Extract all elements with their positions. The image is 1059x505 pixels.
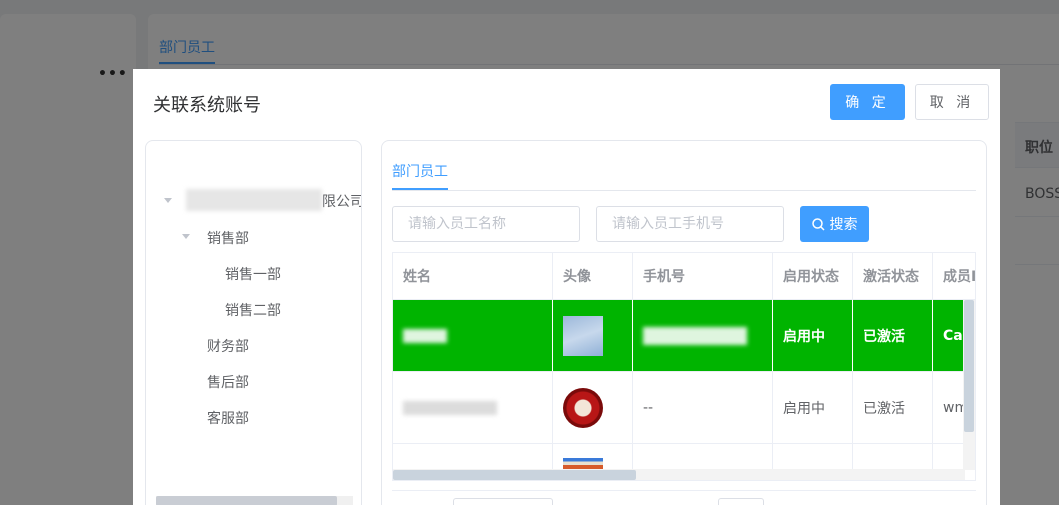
link-account-dialog: 关联系统账号 确 定 取 消 限公司 销售部 销售一部 销售二部 财务部 售后部… xyxy=(133,69,1000,505)
cell-avatar xyxy=(553,372,633,443)
tree-node-finance[interactable]: 财务部 xyxy=(207,336,249,356)
table-row[interactable]: -- 启用中 已激活 wm xyxy=(393,372,975,444)
cancel-button[interactable]: 取 消 xyxy=(915,84,989,120)
staff-table: 姓名 头像 手机号 启用状态 激活状态 成员I 启用中 已激活 Cac -- 启… xyxy=(392,252,976,481)
table-vertical-scrollbar[interactable] xyxy=(964,300,974,432)
cell-phone: -- xyxy=(633,372,773,443)
caret-down-icon[interactable] xyxy=(164,198,172,203)
tab-dept-staff[interactable]: 部门员工 xyxy=(392,161,448,181)
search-button[interactable]: 搜索 xyxy=(800,206,869,242)
avatar xyxy=(563,387,603,428)
caret-down-icon[interactable] xyxy=(182,234,190,239)
header-member-id: 成员I xyxy=(933,253,975,299)
staff-panel: 部门员工 请输入员工名称 请输入员工手机号 搜索 姓名 头像 手机号 启用状态 … xyxy=(381,140,987,505)
confirm-button[interactable]: 确 定 xyxy=(830,84,905,120)
tree-node-company[interactable]: 限公司 xyxy=(322,191,361,211)
dialog-title: 关联系统账号 xyxy=(153,95,261,116)
staff-phone-input[interactable]: 请输入员工手机号 xyxy=(596,206,784,242)
name-blurred xyxy=(403,400,497,415)
staff-name-input[interactable]: 请输入员工名称 xyxy=(392,206,580,242)
cell-enable-status: 启用中 xyxy=(773,372,853,443)
cell-active-status: 已激活 xyxy=(853,372,933,443)
header-active-status: 激活状态 xyxy=(853,253,933,299)
phone-blurred xyxy=(643,326,747,345)
tree-node-after-sales[interactable]: 售后部 xyxy=(207,372,249,392)
cell-name xyxy=(393,300,553,371)
cell-active-status: 已激活 xyxy=(853,300,933,371)
cell-avatar xyxy=(553,300,633,371)
tree-node-customer-service[interactable]: 客服部 xyxy=(207,408,249,428)
department-tree: 限公司 销售部 销售一部 销售二部 财务部 售后部 客服部 xyxy=(145,140,362,505)
page-size-select[interactable] xyxy=(453,498,553,505)
header-name: 姓名 xyxy=(393,253,553,299)
table-horizontal-scrollbar[interactable] xyxy=(393,470,636,480)
header-avatar: 头像 xyxy=(553,253,633,299)
table-row[interactable]: 启用中 已激活 Cac xyxy=(393,300,975,372)
search-label: 搜索 xyxy=(829,217,858,233)
cell-phone xyxy=(633,300,773,371)
tree-node-sales-1[interactable]: 销售一部 xyxy=(225,264,281,284)
cell-name xyxy=(393,372,553,443)
search-icon xyxy=(811,217,825,231)
tree-node-sales-2[interactable]: 销售二部 xyxy=(225,300,281,320)
header-enable-status: 启用状态 xyxy=(773,253,853,299)
page-jump-input[interactable] xyxy=(718,498,764,505)
tabs-divider xyxy=(392,190,976,191)
header-phone: 手机号 xyxy=(633,253,773,299)
tree-node-sales[interactable]: 销售部 xyxy=(207,228,249,248)
avatar xyxy=(563,315,603,356)
tree-horizontal-scrollbar[interactable] xyxy=(156,496,337,505)
name-blurred xyxy=(403,328,447,343)
cell-enable-status: 启用中 xyxy=(773,300,853,371)
company-name-blurred xyxy=(186,189,322,211)
table-header-row: 姓名 头像 手机号 启用状态 激活状态 成员I xyxy=(393,253,975,300)
pagination-divider xyxy=(392,490,976,491)
